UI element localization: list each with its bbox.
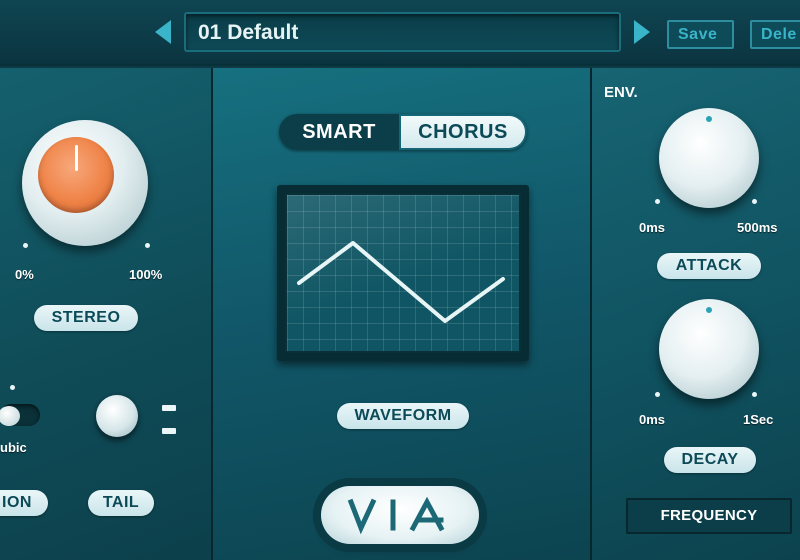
waveform-label[interactable]: WAVEFORM (337, 403, 469, 429)
preset-name-display[interactable]: 01 Default (184, 12, 621, 52)
stereo-label: STEREO (34, 305, 138, 331)
envelope-label: ENV. (604, 84, 638, 101)
stereo-min-label: 0% (15, 267, 34, 282)
decay-max-label: 1Sec (743, 412, 774, 427)
via-logo (321, 486, 479, 544)
next-preset-icon[interactable] (634, 20, 650, 44)
tail-knob[interactable] (96, 395, 138, 437)
attack-knob-indicator (706, 116, 712, 122)
interpolation-option-label: ubic (0, 440, 27, 455)
decay-min-label: 0ms (639, 412, 666, 427)
waveform-line (297, 241, 505, 323)
decay-min-dot (655, 392, 660, 397)
center-panel: SMART CHORUS WAVEFORM (213, 68, 591, 560)
waveform-display-frame (277, 185, 529, 361)
stereo-max-dot (145, 243, 150, 248)
previous-preset-icon[interactable] (155, 20, 171, 44)
left-panel: 0% 100% STEREO ubic ION TAIL (0, 68, 212, 560)
delete-button[interactable]: Dele (750, 20, 800, 49)
stereo-knob[interactable] (22, 120, 148, 246)
save-button[interactable]: Save (667, 20, 734, 49)
mode-chorus-button[interactable]: CHORUS (401, 116, 525, 148)
waveform-graph (297, 241, 505, 323)
tail-mode-off-icon (162, 428, 176, 434)
attack-min-label: 0ms (639, 220, 666, 235)
tail-label: TAIL (88, 490, 154, 516)
attack-knob[interactable] (659, 108, 759, 208)
right-panel: ENV. 0ms 500ms ATTACK 0ms 1Sec DECAY FRE… (592, 68, 800, 560)
stereo-min-dot (23, 243, 28, 248)
mode-smart-button[interactable]: SMART (279, 114, 399, 150)
decay-max-dot (752, 392, 757, 397)
decay-knob[interactable] (659, 299, 759, 399)
decay-label: DECAY (664, 447, 756, 473)
frequency-button[interactable]: FREQUENCY (626, 498, 792, 534)
decay-knob-indicator (706, 307, 712, 313)
preset-bar: 01 Default Save Dele (0, 0, 800, 66)
switch-top-dot (10, 385, 15, 390)
via-logo-mark (347, 496, 445, 535)
mode-toggle[interactable]: SMART CHORUS (279, 114, 527, 150)
attack-max-dot (752, 199, 757, 204)
stereo-knob-pointer (75, 145, 78, 171)
attack-min-dot (655, 199, 660, 204)
tail-mode-on-icon (162, 405, 176, 411)
attack-label: ATTACK (657, 253, 761, 279)
waveform-display[interactable] (285, 193, 521, 353)
attack-max-label: 500ms (737, 220, 778, 235)
stereo-max-label: 100% (129, 267, 163, 282)
stereo-knob-cap (38, 137, 114, 213)
interpolation-label: ION (0, 490, 48, 516)
